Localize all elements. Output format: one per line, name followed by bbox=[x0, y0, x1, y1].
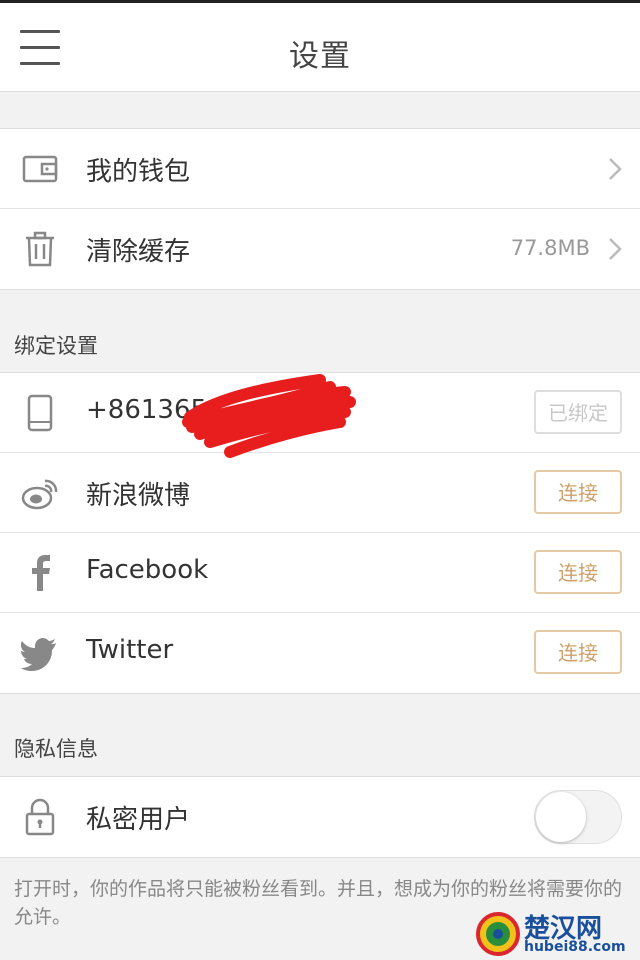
toggle-knob bbox=[536, 792, 586, 842]
page-title: 设置 bbox=[289, 39, 351, 74]
twitter-row: Twitter 连接 bbox=[0, 613, 640, 693]
wallet-label: 我的钱包 bbox=[86, 157, 191, 187]
facebook-connect-button[interactable]: 连接 bbox=[534, 550, 622, 594]
watermark-url: hubei88.com bbox=[524, 939, 626, 955]
watermark-globe-icon bbox=[476, 912, 520, 956]
phone-bound-badge: 已绑定 bbox=[534, 390, 622, 434]
general-settings-group: 我的钱包 清除缓存 77.8MB bbox=[0, 128, 640, 290]
twitter-label: Twitter bbox=[86, 635, 174, 665]
binding-section-title: 绑定设置 bbox=[14, 334, 98, 358]
weibo-row: 新浪微博 连接 bbox=[0, 453, 640, 533]
private-user-row: 私密用户 bbox=[0, 777, 640, 857]
redaction-scribble bbox=[182, 374, 356, 458]
wallet-row[interactable]: 我的钱包 bbox=[0, 129, 640, 209]
privacy-settings-group: 私密用户 bbox=[0, 776, 640, 858]
clear-cache-row[interactable]: 清除缓存 77.8MB bbox=[0, 209, 640, 289]
cache-size-value: 77.8MB bbox=[510, 236, 590, 260]
trash-icon bbox=[26, 231, 54, 267]
privacy-section-title: 隐私信息 bbox=[14, 737, 98, 761]
navigation-bar: 设置 bbox=[0, 0, 640, 92]
weibo-icon bbox=[21, 479, 58, 510]
private-user-label: 私密用户 bbox=[86, 805, 191, 835]
chevron-right-icon bbox=[609, 158, 622, 180]
watermark-logo: 楚汉网 hubei88.com bbox=[476, 908, 636, 960]
facebook-row: Facebook 连接 bbox=[0, 533, 640, 613]
private-user-toggle[interactable] bbox=[534, 790, 622, 844]
twitter-icon bbox=[21, 638, 56, 671]
lock-icon bbox=[25, 798, 55, 836]
phone-icon bbox=[27, 394, 53, 432]
facebook-icon bbox=[32, 555, 50, 591]
wallet-icon bbox=[22, 155, 58, 183]
facebook-label: Facebook bbox=[86, 555, 209, 585]
chevron-right-icon bbox=[609, 238, 622, 260]
twitter-connect-button[interactable]: 连接 bbox=[534, 630, 622, 674]
weibo-label: 新浪微博 bbox=[86, 481, 191, 511]
clear-cache-label: 清除缓存 bbox=[86, 237, 191, 267]
weibo-connect-button[interactable]: 连接 bbox=[534, 470, 622, 514]
